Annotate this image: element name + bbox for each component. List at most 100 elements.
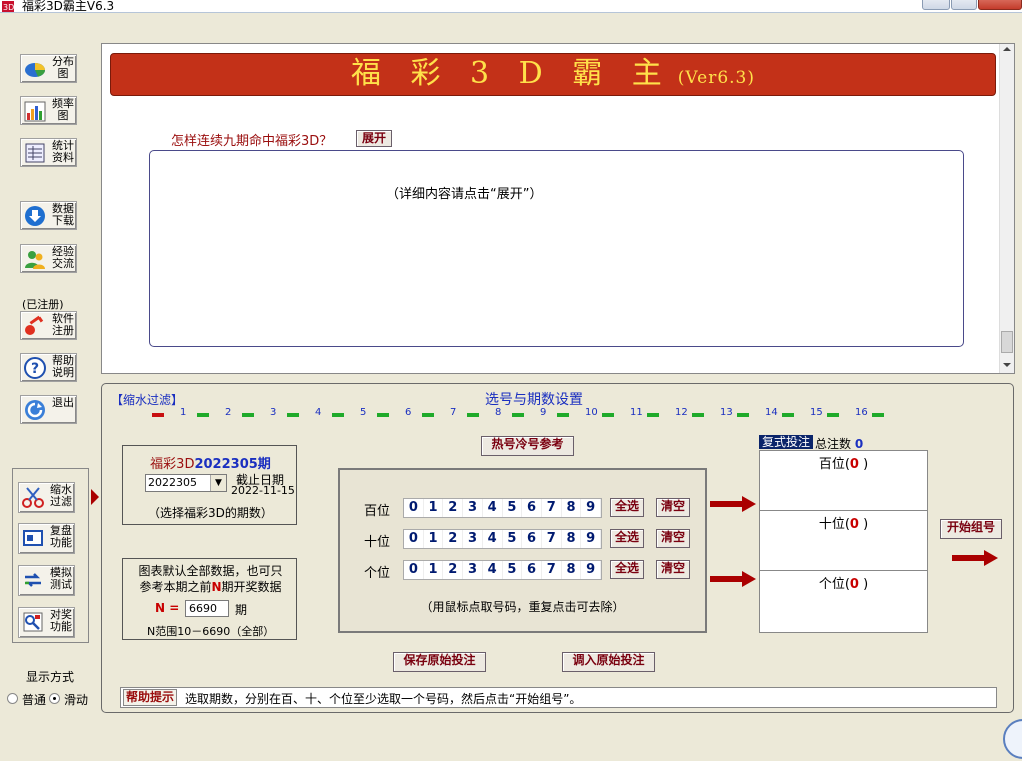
hot-cold-button[interactable]: 热号冷号参考: [481, 436, 574, 456]
sidebar-item-register[interactable]: 软件 注册: [20, 311, 77, 340]
sidebar-item-frequency[interactable]: 频率 图: [20, 96, 77, 125]
clear-tens-button[interactable]: 清空: [656, 529, 690, 548]
digit-button[interactable]: 6: [522, 561, 542, 579]
maximize-button[interactable]: [951, 0, 977, 10]
ruler-segment[interactable]: [602, 413, 614, 417]
minimize-button[interactable]: [922, 0, 950, 10]
digit-button[interactable]: 3: [463, 499, 483, 517]
select-all-units-button[interactable]: 全选: [610, 560, 644, 579]
sidebar-item-exit[interactable]: 退出: [20, 395, 77, 424]
ruler-segment[interactable]: [737, 413, 749, 417]
tool-replay[interactable]: 复盘 功能: [18, 523, 75, 554]
digit-button[interactable]: 8: [562, 499, 582, 517]
digit-button[interactable]: 1: [424, 530, 444, 548]
expand-button[interactable]: 展开: [356, 130, 392, 147]
digit-button[interactable]: 9: [581, 561, 602, 579]
save-bet-button[interactable]: 保存原始投注: [393, 652, 486, 672]
ruler-number[interactable]: 5: [360, 407, 366, 418]
ruler-number[interactable]: 9: [540, 407, 546, 418]
close-button[interactable]: [978, 0, 1022, 10]
ruler-number[interactable]: 1: [180, 407, 186, 418]
digit-button[interactable]: 6: [522, 499, 542, 517]
ruler-number[interactable]: 7: [450, 407, 456, 418]
digit-button[interactable]: 5: [503, 499, 523, 517]
digit-button[interactable]: 7: [542, 499, 562, 517]
tool-simulate[interactable]: 模拟 测试: [18, 565, 75, 596]
digit-button[interactable]: 4: [483, 561, 503, 579]
ruler-number[interactable]: 6: [405, 407, 411, 418]
ruler-segment[interactable]: [287, 413, 299, 417]
chevron-down-icon[interactable]: ▼: [210, 475, 226, 491]
scroll-up-icon[interactable]: [1003, 46, 1011, 52]
digit-button[interactable]: 1: [424, 561, 444, 579]
ruler-number[interactable]: 15: [810, 407, 823, 418]
ruler-number[interactable]: 12: [675, 407, 688, 418]
period-select[interactable]: 2022305 ▼: [145, 474, 227, 492]
ruler-segment[interactable]: [152, 413, 164, 417]
ruler-segment[interactable]: [557, 413, 569, 417]
ruler-number[interactable]: 14: [765, 407, 778, 418]
select-all-tens-button[interactable]: 全选: [610, 529, 644, 548]
digit-button[interactable]: 4: [483, 530, 503, 548]
ruler-segment[interactable]: [467, 413, 479, 417]
assistant-icon[interactable]: [1003, 719, 1022, 759]
start-combination-button[interactable]: 开始组号: [940, 519, 1002, 539]
n-input[interactable]: 6690: [185, 600, 229, 617]
radio-normal[interactable]: [7, 693, 18, 704]
ruler-number[interactable]: 13: [720, 407, 733, 418]
digit-button[interactable]: 8: [562, 561, 582, 579]
digit-button[interactable]: 2: [443, 499, 464, 517]
digit-button[interactable]: 8: [562, 530, 582, 548]
ruler-segment[interactable]: [647, 413, 659, 417]
ruler-segment[interactable]: [377, 413, 389, 417]
ruler-segment[interactable]: [512, 413, 524, 417]
digit-button[interactable]: 9: [581, 499, 602, 517]
digit-button[interactable]: 0: [404, 499, 424, 517]
ruler-segment[interactable]: [422, 413, 434, 417]
ruler-segment[interactable]: [692, 413, 704, 417]
tool-shrink-filter[interactable]: 缩水 过滤: [18, 482, 75, 513]
ruler-segment[interactable]: [782, 413, 794, 417]
digit-button[interactable]: 5: [503, 561, 523, 579]
ruler-number[interactable]: 11: [630, 407, 643, 418]
digit-button[interactable]: 7: [542, 530, 562, 548]
digit-button[interactable]: 0: [404, 530, 424, 548]
period-ruler[interactable]: 1 2 3 4 5 6 7 8 9 10 11 12 13 14 15 16: [152, 407, 978, 418]
sidebar-item-help[interactable]: ? 帮助 说明: [20, 353, 77, 382]
load-bet-button[interactable]: 调入原始投注: [562, 652, 655, 672]
clear-units-button[interactable]: 清空: [656, 560, 690, 579]
digit-button[interactable]: 3: [463, 561, 483, 579]
digit-button[interactable]: 2: [443, 530, 464, 548]
ruler-number[interactable]: 2: [225, 407, 231, 418]
ruler-number[interactable]: 16: [855, 407, 868, 418]
select-all-hundreds-button[interactable]: 全选: [610, 498, 644, 517]
digit-button[interactable]: 0: [404, 561, 424, 579]
scroll-thumb[interactable]: [1001, 331, 1013, 353]
sidebar-item-community[interactable]: 经验 交流: [20, 244, 77, 273]
digit-button[interactable]: 9: [581, 530, 602, 548]
digit-button[interactable]: 3: [463, 530, 483, 548]
ruler-segment[interactable]: [197, 413, 209, 417]
ruler-segment[interactable]: [332, 413, 344, 417]
ruler-number[interactable]: 3: [270, 407, 276, 418]
tool-check-prize[interactable]: 对奖 功能: [18, 607, 75, 638]
digit-button[interactable]: 1: [424, 499, 444, 517]
digit-button[interactable]: 5: [503, 530, 523, 548]
ruler-number[interactable]: 8: [495, 407, 501, 418]
clear-hundreds-button[interactable]: 清空: [656, 498, 690, 517]
ruler-segment[interactable]: [872, 413, 884, 417]
ruler-number[interactable]: 10: [585, 407, 598, 418]
digit-button[interactable]: 7: [542, 561, 562, 579]
digit-button[interactable]: 6: [522, 530, 542, 548]
radio-slide[interactable]: [49, 693, 60, 704]
vertical-scrollbar[interactable]: [999, 44, 1014, 373]
ruler-segment[interactable]: [827, 413, 839, 417]
sidebar-item-distribution[interactable]: 分布 图: [20, 54, 77, 83]
digit-button[interactable]: 2: [443, 561, 464, 579]
scroll-down-icon[interactable]: [1003, 362, 1011, 368]
ruler-segment[interactable]: [242, 413, 254, 417]
sidebar-item-statistics[interactable]: 统计 资料: [20, 138, 77, 167]
ruler-number[interactable]: 4: [315, 407, 321, 418]
sidebar-item-download[interactable]: 数据 下载: [20, 201, 77, 230]
digit-button[interactable]: 4: [483, 499, 503, 517]
